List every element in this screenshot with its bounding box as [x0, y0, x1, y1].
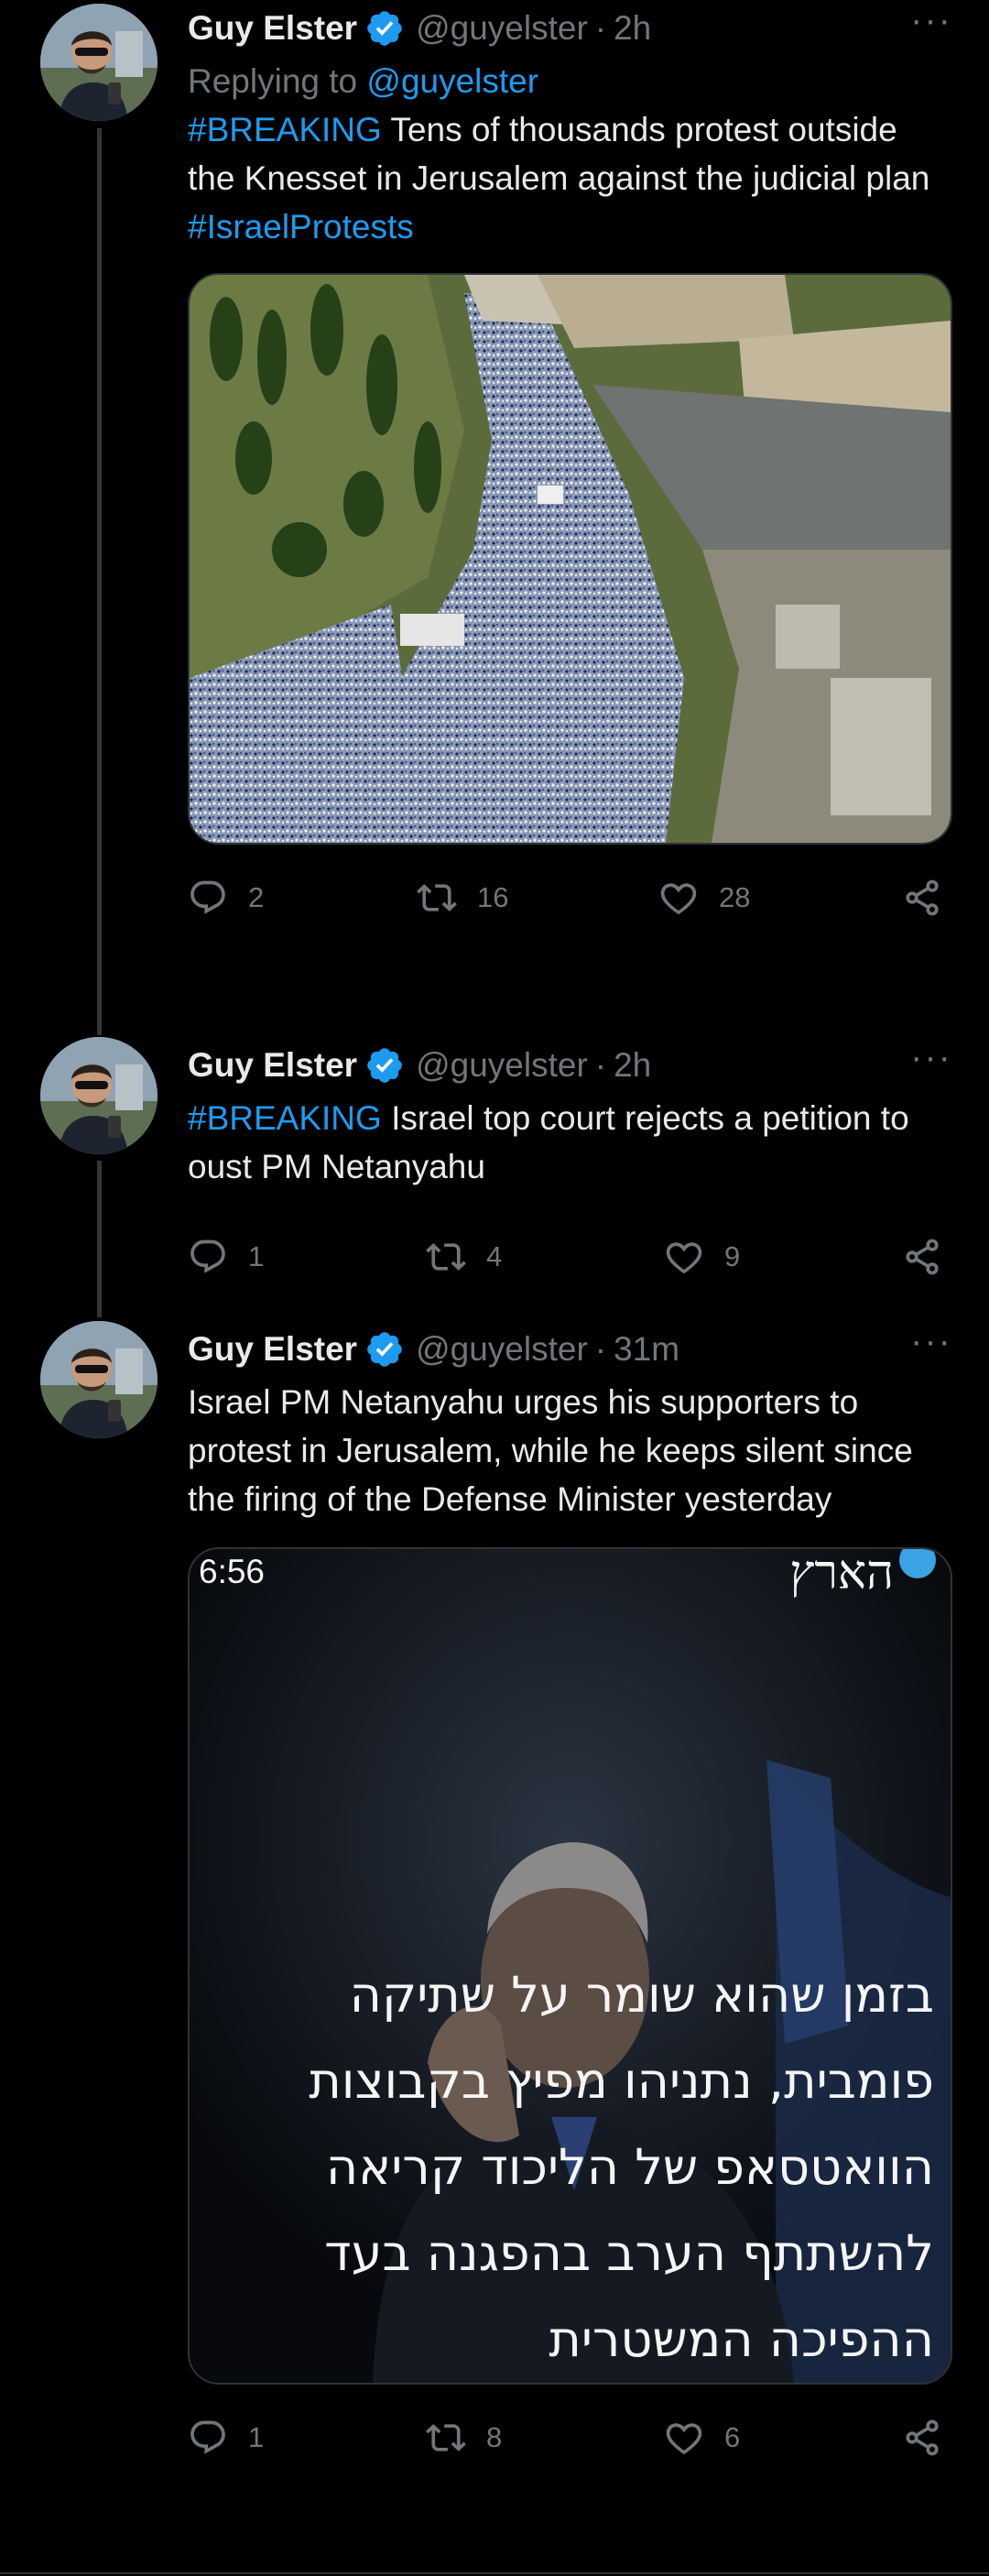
hashtag-link[interactable]: #BREAKING	[188, 111, 382, 148]
reply-button[interactable]: 2	[188, 870, 264, 925]
tweet-actions: 1 8 6	[188, 2410, 952, 2465]
avatar[interactable]	[40, 1037, 158, 1154]
reply-icon	[188, 1237, 228, 1277]
avatar[interactable]	[40, 1321, 158, 1438]
tweet-header: Guy Elster @guyelster · 2h ···	[188, 1037, 952, 1094]
tweet-header: Guy Elster @guyelster · 31m ···	[188, 1321, 952, 1378]
like-count: 6	[724, 2421, 741, 2453]
source-brand: הארץ	[789, 1547, 936, 1600]
separator-dot: ·	[594, 9, 607, 47]
retweet-button[interactable]: 16	[417, 870, 508, 925]
verified-badge-icon	[364, 1045, 405, 1086]
author-name[interactable]: Guy Elster	[188, 1330, 357, 1369]
more-icon[interactable]: ···	[910, 1039, 952, 1083]
more-icon[interactable]: ···	[910, 2, 952, 46]
replying-to: Replying to @guyelster	[188, 57, 952, 105]
tweet-text: #BREAKING Tens of thousands protest outs…	[188, 105, 952, 251]
tweet-header: Guy Elster @guyelster · 2h ···	[188, 0, 952, 57]
more-icon[interactable]: ···	[910, 1323, 952, 1367]
retweet-icon	[426, 1237, 466, 1277]
share-button[interactable]	[902, 870, 962, 925]
retweet-count: 8	[486, 2421, 503, 2453]
tweet-time[interactable]: 2h	[614, 1046, 651, 1085]
caption-line: פומבית, נתניהו מפיץ בקבוצות	[309, 2052, 934, 2110]
tweet-time[interactable]: 2h	[614, 9, 651, 48]
brand-logo-icon	[899, 1549, 936, 1578]
like-count: 9	[724, 1240, 741, 1272]
author-name[interactable]: Guy Elster	[188, 1046, 357, 1085]
protest-aerial-photo	[190, 275, 951, 843]
tweet-video-screenshot[interactable]: 6:56 הארץ בזמן שהוא שומר על שתיקה פומבית…	[188, 1547, 952, 2385]
author-handle[interactable]: @guyelster	[416, 1046, 588, 1085]
brand-name: הארץ	[789, 1547, 894, 1600]
like-button[interactable]: 9	[664, 1229, 740, 1284]
retweet-button[interactable]: 8	[426, 2410, 502, 2465]
like-icon	[664, 2418, 704, 2458]
replying-to-handle[interactable]: @guyelster	[366, 62, 538, 100]
tweet-photo[interactable]	[188, 273, 952, 845]
retweet-icon	[426, 2418, 466, 2458]
hebrew-caption: בזמן שהוא שומר על שתיקה פומבית, נתניהו מ…	[309, 1952, 934, 2383]
like-button[interactable]: 6	[664, 2410, 740, 2465]
retweet-icon	[417, 878, 457, 918]
share-button[interactable]	[902, 2410, 962, 2465]
tweet-text: Israel PM Netanyahu urges his supporters…	[188, 1383, 913, 1518]
reply-icon	[188, 878, 228, 918]
reply-icon	[188, 2418, 228, 2458]
reply-button[interactable]: 1	[188, 1229, 264, 1284]
tweet-text: #BREAKING Israel top court rejects a pet…	[188, 1094, 952, 1191]
caption-line: הוואטסאפ של הליכוד קריאה	[325, 2138, 934, 2196]
hashtag-link[interactable]: #BREAKING	[188, 1099, 382, 1137]
retweet-button[interactable]: 4	[426, 1229, 502, 1284]
tweet[interactable]: Guy Elster @guyelster · 2h ··· #BREAKING…	[0, 1037, 989, 1317]
thread-line	[97, 128, 102, 1035]
caption-line: ההפיכה המשטרית	[549, 2310, 934, 2368]
thread-line	[97, 1161, 102, 1317]
tweet[interactable]: Guy Elster @guyelster · 31m ··· Israel P…	[0, 1321, 989, 2576]
share-icon	[902, 878, 942, 918]
avatar[interactable]	[40, 4, 158, 121]
tweet[interactable]: Guy Elster @guyelster · 2h ··· Replying …	[0, 0, 989, 1035]
share-icon	[902, 2418, 942, 2458]
separator-dot: ·	[594, 1330, 607, 1368]
author-handle[interactable]: @guyelster	[416, 1330, 588, 1369]
reply-button[interactable]: 1	[188, 2410, 264, 2465]
video-timestamp: 6:56	[199, 1553, 266, 1590]
tweet-time[interactable]: 31m	[614, 1330, 679, 1369]
verified-badge-icon	[364, 1329, 405, 1370]
like-button[interactable]: 28	[658, 870, 750, 925]
like-icon	[664, 1237, 704, 1277]
reply-count: 1	[248, 1240, 265, 1272]
retweet-count: 16	[477, 881, 509, 913]
tweet-actions: 1 4 9	[188, 1229, 952, 1284]
author-name[interactable]: Guy Elster	[188, 9, 357, 48]
share-button[interactable]	[902, 1229, 962, 1284]
author-handle[interactable]: @guyelster	[416, 9, 588, 48]
share-icon	[902, 1237, 942, 1277]
like-icon	[658, 878, 699, 918]
reply-count: 1	[248, 2421, 265, 2453]
reply-count: 2	[248, 881, 265, 913]
caption-line: להשתתף הערב בהפגנה בעד	[324, 2224, 934, 2282]
caption-line: בזמן שהוא שומר על שתיקה	[349, 1966, 934, 2024]
divider	[0, 2572, 989, 2574]
verified-badge-icon	[364, 8, 405, 49]
replying-to-label: Replying to	[188, 62, 358, 100]
like-count: 28	[719, 881, 751, 913]
hashtag-link[interactable]: #IsraelProtests	[188, 208, 414, 246]
tweet-actions: 2 16 28	[188, 870, 952, 925]
retweet-count: 4	[486, 1240, 503, 1272]
separator-dot: ·	[594, 1046, 607, 1084]
